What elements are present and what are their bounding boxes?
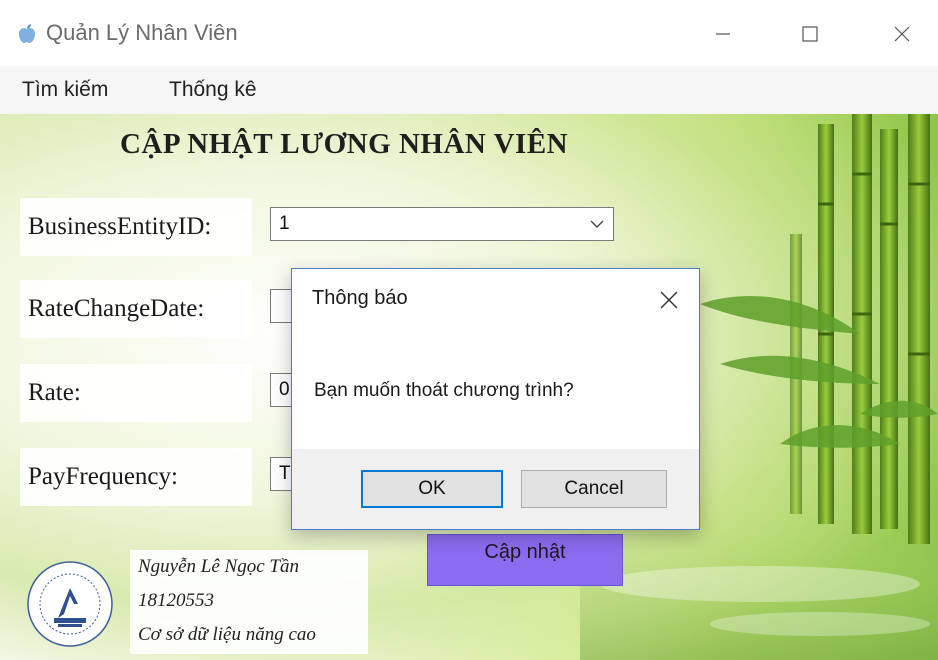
business-entity-id-combobox[interactable]: 1 [270, 207, 614, 241]
business-entity-id-value: 1 [279, 213, 290, 234]
apple-icon [19, 24, 35, 43]
label-rate-change-date: RateChangeDate: [20, 280, 252, 338]
label-business-entity-id: BusinessEntityID: [20, 198, 252, 256]
menu-bar: Tìm kiếm Thống kê [0, 66, 938, 114]
cancel-button[interactable]: Cancel [521, 470, 667, 508]
close-button[interactable] [880, 14, 924, 54]
window-title: Quản Lý Nhân Viên [46, 20, 238, 45]
menu-tim-kiem[interactable]: Tìm kiếm [22, 78, 108, 102]
author-info: Nguyễn Lê Ngọc Tần 18120553 Cơ sở dữ liệ… [130, 550, 368, 654]
minimize-button[interactable] [700, 14, 744, 54]
title-bar: Quản Lý Nhân Viên [0, 0, 938, 66]
dialog-button-bar: OK Cancel [292, 449, 699, 529]
author-name: Nguyễn Lê Ngọc Tần [138, 556, 299, 577]
chevron-down-icon[interactable] [589, 217, 605, 231]
ok-button[interactable]: OK [361, 470, 503, 508]
update-button[interactable]: Cập nhật [427, 534, 623, 586]
dialog-message: Bạn muốn thoát chương trình? [314, 380, 574, 401]
dialog-title: Thông báo [312, 287, 408, 309]
maximize-button[interactable] [788, 14, 832, 54]
form-title: CẬP NHẬT LƯƠNG NHÂN VIÊN [120, 128, 569, 160]
label-rate: Rate: [20, 364, 252, 422]
menu-thong-ke[interactable]: Thống kê [169, 78, 257, 102]
dialog-close-icon[interactable] [654, 285, 684, 315]
author-student-id: 18120553 [138, 590, 214, 611]
university-logo [27, 561, 113, 647]
label-pay-frequency: PayFrequency: [20, 448, 252, 506]
author-course: Cơ sở dữ liệu năng cao [138, 624, 316, 645]
message-dialog: Thông báo Bạn muốn thoát chương trình? O… [291, 268, 700, 530]
